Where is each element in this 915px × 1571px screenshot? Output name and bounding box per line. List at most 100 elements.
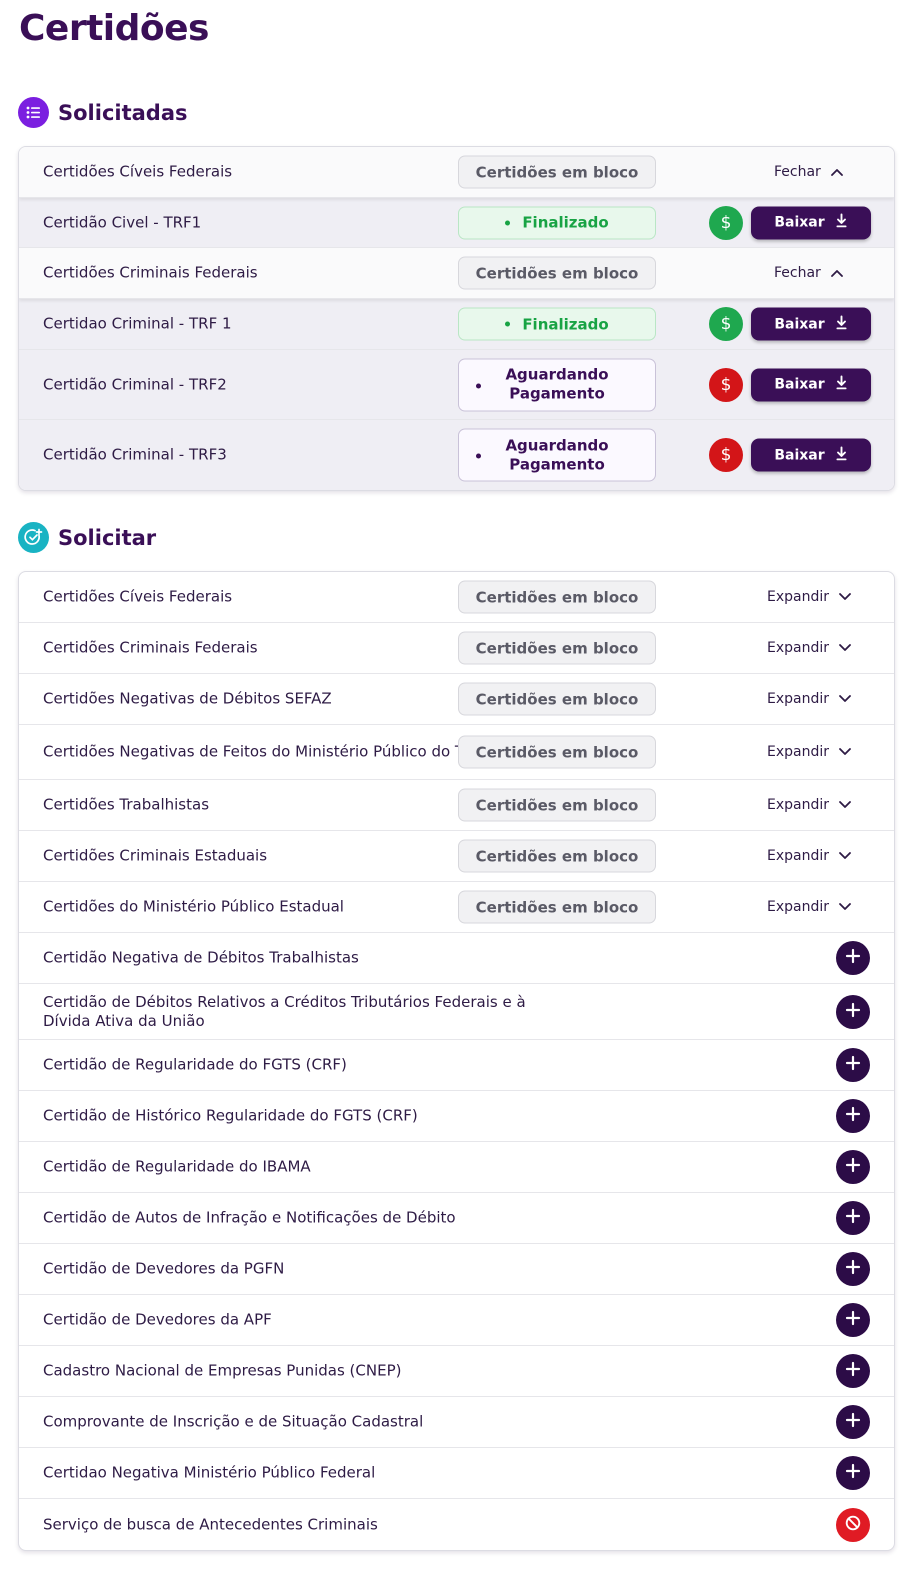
toggle-label: Expandir (767, 640, 830, 656)
bulk-certificates-pill[interactable]: Certidões em bloco (458, 890, 656, 924)
prohibited-icon (844, 1514, 862, 1536)
bulk-certificates-pill[interactable]: Certidões em bloco (458, 839, 656, 873)
add-button[interactable] (836, 994, 870, 1029)
group-row: Certidões Criminais Federais Certidões em… (19, 623, 894, 674)
bulk-certificates-pill[interactable]: Certidões em bloco (458, 256, 656, 290)
group-row: Certidões Criminais Estaduais Certidões e… (19, 831, 894, 882)
expand-toggle[interactable]: Expandir (767, 899, 851, 915)
row-name: Serviço de busca de Antecedentes Crimina… (43, 1515, 378, 1533)
group-row: Certidões Negativas de Débitos SEFAZ Cert… (19, 674, 894, 725)
toggle-label: Expandir (767, 691, 830, 707)
add-button[interactable] (836, 1201, 870, 1235)
download-icon (835, 375, 848, 394)
certificate-row: Certidão de Histórico Regularidade do FG… (19, 1091, 894, 1142)
section-solicitadas-header: Solicitadas (18, 97, 188, 128)
collapse-toggle[interactable]: Fechar (774, 164, 843, 180)
download-label: Baixar (774, 316, 825, 332)
status-line-1: Aguardando (505, 436, 609, 454)
collapse-toggle[interactable]: Fechar (774, 265, 843, 281)
add-button[interactable] (836, 1099, 870, 1133)
status-dot (476, 383, 481, 388)
bulk-certificates-pill[interactable]: Certidões em bloco (458, 580, 656, 614)
section-solicitar-header: Solicitar (18, 522, 156, 553)
status-label: Finalizado (522, 213, 609, 232)
row-name: Certidão de Autos de Infração e Notifica… (43, 1208, 456, 1227)
download-label: Baixar (774, 447, 825, 463)
group-row: Certidões do Ministério Público Estadual… (19, 882, 894, 933)
toggle-label: Fechar (774, 265, 821, 281)
dollar-icon[interactable]: $ (709, 438, 743, 472)
plus-icon (845, 1310, 861, 1330)
certificate-row: Certidão de Devedores da APF (19, 1295, 894, 1346)
unavailable-button[interactable] (836, 1507, 870, 1542)
section-title: Solicitar (58, 525, 157, 550)
status-line-1: Aguardando (505, 365, 609, 384)
chevron-down-icon (839, 744, 851, 760)
bulk-certificates-pill[interactable]: Certidões em bloco (458, 735, 656, 769)
plus-icon (845, 1208, 861, 1228)
plus-icon (845, 1259, 861, 1279)
toggle-label: Expandir (767, 899, 830, 915)
bulk-certificates-pill[interactable]: Certidões em bloco (458, 788, 656, 822)
group-row: Certidões Negativas de Feitos do Ministé… (19, 725, 894, 780)
certificate-row: Certidão Civel - TRF1 Finalizado $ Baixar (19, 198, 894, 248)
dollar-icon[interactable]: $ (709, 367, 743, 402)
group-row: Certidões Cíveis Federais Certidões em bl… (19, 572, 894, 623)
certificate-row: Certidão de Regularidade do FGTS (CRF) (19, 1040, 894, 1091)
row-name: Certidão de Regularidade do FGTS (CRF) (43, 1055, 347, 1074)
certificate-row: Certidao Criminal - TRF 1 Finalizado $ Baix… (19, 299, 894, 350)
toggle-label: Expandir (767, 797, 830, 813)
status-label: Aguardando Pagamento (505, 366, 608, 404)
add-button[interactable] (836, 1354, 870, 1388)
status-line-2: Pagamento (509, 455, 605, 473)
download-button[interactable]: Baixar (751, 368, 871, 401)
dollar-icon[interactable]: $ (709, 205, 743, 240)
bulk-certificates-pill[interactable]: Certidões em bloco (458, 155, 656, 189)
status-label: Aguardando Pagamento (505, 436, 608, 474)
plus-icon (845, 1157, 861, 1177)
plus-icon (845, 1412, 861, 1432)
chevron-down-icon (839, 848, 851, 864)
status-badge: Finalizado (458, 307, 656, 341)
row-name: Certidao Negativa Ministério Público Fed… (43, 1463, 376, 1482)
row-name: Comprovante de Inscrição e de Situação C… (43, 1412, 424, 1431)
expand-toggle[interactable]: Expandir (767, 797, 851, 813)
plus-icon (845, 1055, 861, 1075)
expand-toggle[interactable]: Expandir (767, 640, 851, 656)
download-button[interactable]: Baixar (751, 206, 871, 239)
chevron-down-icon (839, 797, 851, 813)
row-name: Certidão de Devedores da PGFN (43, 1259, 285, 1278)
row-name: Certidão de Histórico Regularidade do FG… (43, 1106, 418, 1125)
row-name: Certidão de Regularidade do IBAMA (43, 1157, 311, 1176)
expand-toggle[interactable]: Expandir (767, 744, 851, 760)
add-button[interactable] (836, 941, 870, 975)
row-name: Certidão Negativa de Débitos Trabalhista… (43, 948, 359, 967)
chevron-down-icon (839, 640, 851, 656)
status-badge: Finalizado (458, 206, 656, 239)
plus-icon (845, 1463, 861, 1483)
add-button[interactable] (836, 1048, 870, 1082)
status-line-2: Pagamento (509, 384, 605, 403)
status-dot (505, 220, 511, 225)
bulk-certificates-pill[interactable]: Certidões em bloco (458, 682, 656, 716)
group-row: Certidões Trabalhistas Certidões em bloco… (19, 780, 894, 831)
download-label: Baixar (774, 214, 825, 231)
download-button[interactable]: Baixar (751, 438, 871, 472)
toggle-label: Expandir (767, 744, 830, 760)
add-button[interactable] (836, 1405, 870, 1439)
row-name: Certidão de Devedores da APF (43, 1310, 272, 1329)
certificate-row: Certidao Negativa Ministério Público Fed… (19, 1448, 894, 1499)
check-plus-icon (18, 522, 49, 553)
add-button[interactable] (836, 1303, 870, 1337)
expand-toggle[interactable]: Expandir (767, 848, 851, 864)
dollar-icon[interactable]: $ (709, 307, 743, 341)
bulk-certificates-pill[interactable]: Certidões em bloco (458, 631, 656, 665)
expand-toggle[interactable]: Expandir (767, 589, 851, 605)
expand-toggle[interactable]: Expandir (767, 691, 851, 707)
download-button[interactable]: Baixar (751, 307, 871, 341)
add-button[interactable] (836, 1456, 870, 1490)
add-button[interactable] (836, 1150, 870, 1184)
add-button[interactable] (836, 1252, 870, 1286)
toggle-label: Expandir (767, 589, 830, 605)
status-label: Finalizado (522, 315, 609, 333)
